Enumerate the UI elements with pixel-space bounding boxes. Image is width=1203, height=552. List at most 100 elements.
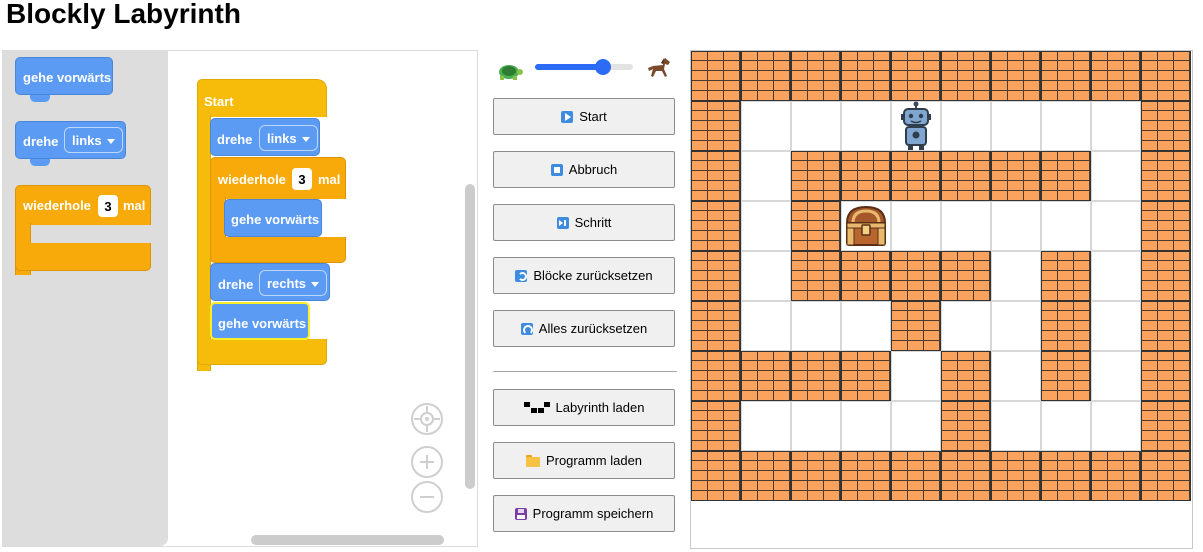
horizontal-scrollbar[interactable] xyxy=(251,535,444,545)
recenter-icon[interactable] xyxy=(411,403,443,435)
reset-all-button-label: Alles zurücksetzen xyxy=(538,321,648,336)
block-label: gehe vorwärts xyxy=(218,316,307,331)
maze-floor-cell xyxy=(1041,401,1091,451)
maze-floor-cell xyxy=(941,301,991,351)
abort-button[interactable]: Abbruch xyxy=(493,151,675,188)
maze-floor-cell xyxy=(941,201,991,251)
turn-direction-dropdown[interactable]: links xyxy=(64,127,123,153)
maze-wall-cell xyxy=(891,451,941,501)
load-maze-button[interactable]: Labyrinth laden xyxy=(493,389,675,426)
block-label: wiederhole xyxy=(23,198,91,213)
maze-wall-cell xyxy=(891,51,941,101)
maze-wall-cell xyxy=(991,51,1041,101)
maze-wall-cell xyxy=(1041,151,1091,201)
repeat-count-field[interactable]: 3 xyxy=(292,168,312,190)
program-start-block[interactable]: Start xyxy=(197,79,327,117)
maze-wall-cell xyxy=(941,251,991,301)
maze-floor-cell xyxy=(741,201,791,251)
maze-floor-cell xyxy=(891,351,941,401)
maze-floor-cell xyxy=(1091,151,1141,201)
toolbox-repeat-block[interactable]: wiederhole 3 mal xyxy=(15,185,151,225)
speed-slider[interactable] xyxy=(535,59,633,75)
maze-floor-cell xyxy=(841,401,891,451)
zoom-in-icon[interactable] xyxy=(411,446,443,478)
maze-wall-cell xyxy=(891,301,941,351)
turn-direction-dropdown[interactable]: links xyxy=(259,125,318,151)
divider xyxy=(493,371,677,372)
maze-wall-cell xyxy=(691,251,741,301)
chevron-down-icon xyxy=(106,139,115,144)
horse-icon xyxy=(648,58,670,77)
maze-wall-cell xyxy=(791,351,841,401)
start-block-footer xyxy=(197,339,327,365)
maze-wall-cell xyxy=(941,351,991,401)
maze-floor-cell xyxy=(741,251,791,301)
program-repeat-block[interactable]: wiederhole 3 mal xyxy=(210,157,346,199)
maze-wall-cell xyxy=(941,451,991,501)
step-button[interactable]: Schritt xyxy=(493,204,675,241)
maze-board xyxy=(690,50,1193,549)
speed-slider-handle[interactable] xyxy=(594,59,611,75)
block-label: mal xyxy=(318,172,341,187)
repeat-count-field[interactable]: 3 xyxy=(98,195,118,217)
maze-floor-cell xyxy=(791,301,841,351)
step-button-label: Schritt xyxy=(574,215,612,230)
speed-control xyxy=(495,52,675,84)
maze-wall-cell xyxy=(891,251,941,301)
repeat-icon xyxy=(520,322,533,335)
maze-wall-cell xyxy=(691,51,741,101)
maze-floor-cell xyxy=(1091,401,1141,451)
maze-floor-cell xyxy=(941,101,991,151)
maze-floor-cell xyxy=(1091,251,1141,301)
maze-wall-cell xyxy=(691,201,741,251)
maze-wall-cell xyxy=(1141,351,1191,401)
maze-wall-cell xyxy=(741,451,791,501)
turn-direction-dropdown[interactable]: rechts xyxy=(259,270,328,296)
dropdown-value: links xyxy=(267,130,297,146)
maze-wall-cell xyxy=(1141,401,1191,451)
block-label: drehe xyxy=(217,132,253,147)
blockly-workspace[interactable]: gehe vorwärts drehe links wiederhole 3 m… xyxy=(2,50,478,547)
reset-all-button[interactable]: Alles zurücksetzen xyxy=(493,310,675,347)
maze-wall-cell xyxy=(1091,51,1141,101)
start-button[interactable]: Start xyxy=(493,98,675,135)
maze-wall-cell xyxy=(1141,201,1191,251)
maze-wall-cell xyxy=(691,151,741,201)
program-move-forward-selected-block[interactable]: gehe vorwärts xyxy=(210,302,310,340)
maze-wall-cell xyxy=(841,51,891,101)
maze-wall-cell xyxy=(691,401,741,451)
zoom-out-icon[interactable] xyxy=(411,481,443,513)
maze-floor-cell xyxy=(991,101,1041,151)
toolbox-turn-block[interactable]: drehe links xyxy=(15,121,126,166)
reset-blocks-button[interactable]: Blöcke zurücksetzen xyxy=(493,257,675,294)
load-program-button[interactable]: Programm laden xyxy=(493,442,675,479)
maze-wall-cell xyxy=(891,151,941,201)
maze-wall-cell xyxy=(1041,51,1091,101)
vertical-scrollbar[interactable] xyxy=(465,184,475,489)
play-icon xyxy=(561,110,574,123)
load-program-button-label: Programm laden xyxy=(545,453,643,468)
maze-wall-cell xyxy=(741,51,791,101)
maze-wall-cell xyxy=(1141,151,1191,201)
toolbox-move-forward-block[interactable]: gehe vorwärts xyxy=(15,57,113,102)
chevron-down-icon xyxy=(301,137,310,142)
maze-wall-cell xyxy=(841,351,891,401)
maze-wall-cell xyxy=(841,251,891,301)
program-move-forward-block[interactable]: gehe vorwärts xyxy=(224,199,322,237)
maze-floor-cell xyxy=(991,351,1041,401)
maze-wall-cell xyxy=(991,151,1041,201)
program-turn-right-block[interactable]: drehe rechts xyxy=(210,263,330,301)
maze-wall-cell xyxy=(1041,251,1091,301)
block-label: mal xyxy=(123,198,146,213)
load-maze-button-label: Labyrinth laden xyxy=(555,400,645,415)
maze-wall-cell xyxy=(1041,451,1091,501)
block-label: gehe vorwärts xyxy=(23,70,112,85)
start-button-label: Start xyxy=(579,109,607,124)
maze-wall-cell xyxy=(691,301,741,351)
program-turn-left-block[interactable]: drehe links xyxy=(210,118,320,156)
maze-floor-cell xyxy=(1091,301,1141,351)
save-program-button[interactable]: Programm speichern xyxy=(493,495,675,532)
start-label: Start xyxy=(204,94,234,109)
block-label: wiederhole xyxy=(218,172,286,187)
start-block-arm xyxy=(197,115,211,371)
